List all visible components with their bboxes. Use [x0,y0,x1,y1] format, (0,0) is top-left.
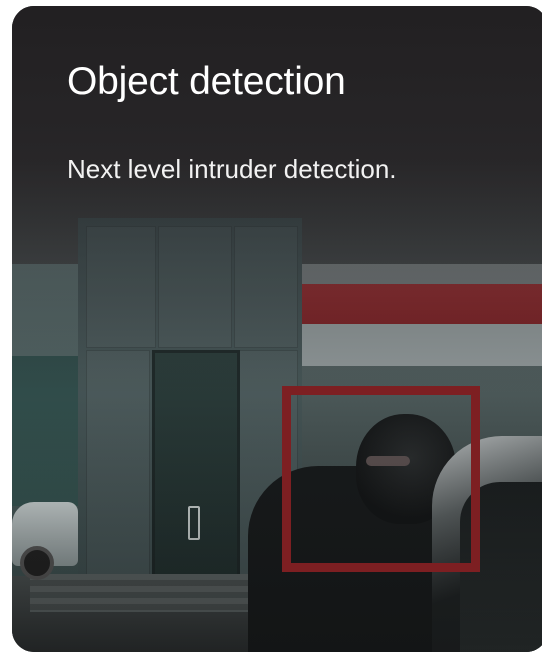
detection-bounding-box [282,386,480,572]
object-detection-card[interactable]: Object detection Next level intruder det… [12,6,542,652]
card-title: Object detection [67,60,346,103]
card-subtitle: Next level intruder detection. [67,154,397,184]
